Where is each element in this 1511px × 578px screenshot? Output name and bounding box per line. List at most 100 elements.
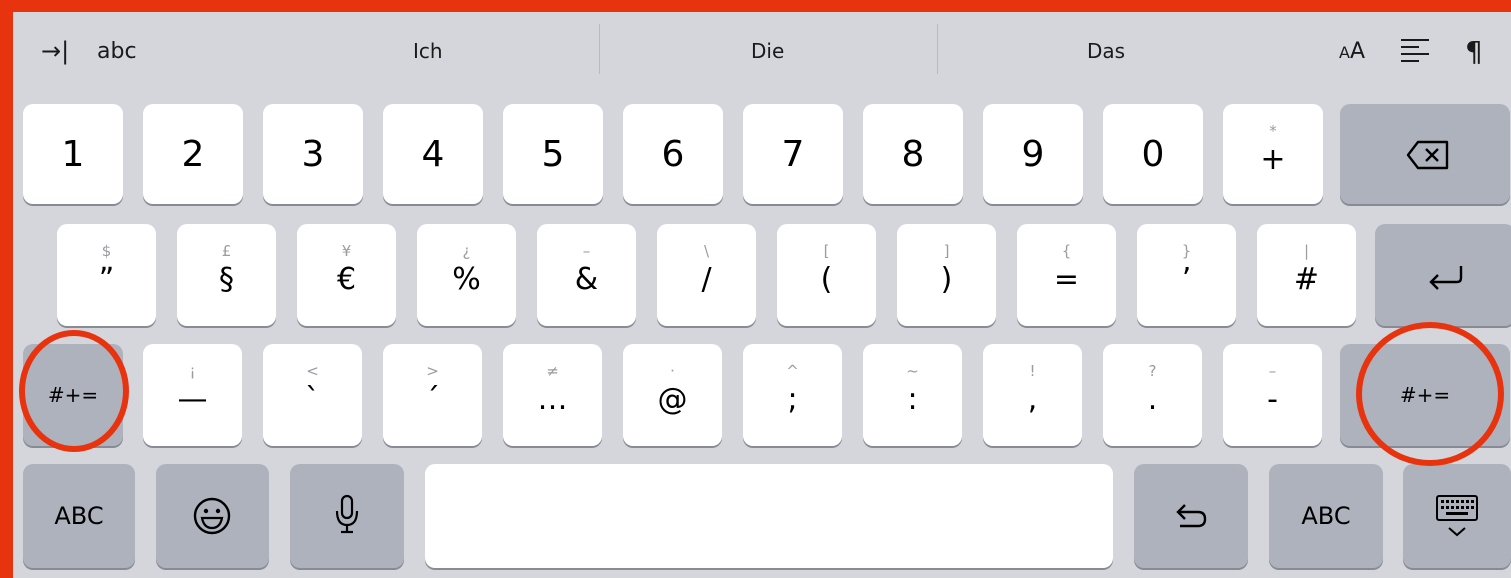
key-row1-4[interactable]: 5 bbox=[503, 104, 603, 204]
key-row1-3[interactable]: 4 bbox=[383, 104, 483, 204]
key-label: . bbox=[1147, 382, 1158, 417]
keyboard-dismiss-icon bbox=[1436, 495, 1478, 537]
undo-icon bbox=[1176, 504, 1207, 528]
abc-key-label: ABC bbox=[1301, 502, 1351, 530]
key-row1-9[interactable]: 0 bbox=[1103, 104, 1203, 204]
key-row3-1[interactable]: < ` bbox=[263, 344, 362, 446]
key-row3-7[interactable]: !, bbox=[983, 344, 1082, 446]
align-icon bbox=[1401, 39, 1429, 62]
prediction-3-text: Das bbox=[1087, 39, 1126, 63]
key-alt-label: > bbox=[426, 362, 439, 380]
key-alt-label: | bbox=[1303, 242, 1310, 260]
emoji-key[interactable] bbox=[156, 464, 269, 568]
annotation-border-left bbox=[0, 0, 13, 578]
key-label: § bbox=[219, 262, 234, 297]
paragraph-button[interactable]: ¶ bbox=[1465, 12, 1483, 90]
key-alt-label: ^ bbox=[786, 362, 799, 380]
key-row3-8[interactable]: ?. bbox=[1103, 344, 1202, 446]
key-row3-3[interactable]: ≠… bbox=[503, 344, 602, 446]
key-label: 9 bbox=[1021, 133, 1045, 175]
abc-text: abc bbox=[97, 38, 137, 64]
emoji-icon bbox=[193, 497, 231, 535]
key-row1-5[interactable]: 6 bbox=[623, 104, 723, 204]
key-row3-2[interactable]: > ´ bbox=[383, 344, 482, 446]
key-row1-10[interactable]: * + bbox=[1223, 104, 1323, 204]
key-alt-label: * bbox=[1269, 122, 1277, 140]
abc-right-key[interactable]: ABC bbox=[1269, 464, 1383, 568]
dictation-key[interactable] bbox=[290, 464, 404, 568]
key-label: 8 bbox=[901, 133, 925, 175]
key-alt-label: { bbox=[1061, 242, 1072, 260]
abc-label[interactable]: abc bbox=[97, 12, 137, 90]
key-row2-0[interactable]: $” bbox=[57, 224, 156, 326]
prediction-3[interactable]: Das bbox=[1087, 12, 1125, 90]
screenshot-frame: →| abc Ich Die Das AA ¶ 1 2 3 4 5 6 7 8 … bbox=[0, 0, 1511, 578]
key-label: 1 bbox=[61, 133, 85, 175]
abc-key-label: ABC bbox=[54, 502, 104, 530]
key-label: ) bbox=[940, 262, 953, 297]
key-label: 7 bbox=[781, 133, 805, 175]
key-row1-6[interactable]: 7 bbox=[743, 104, 843, 204]
key-label: … bbox=[537, 382, 568, 417]
tab-button[interactable]: →| bbox=[41, 12, 69, 90]
key-label: ` bbox=[305, 382, 320, 417]
key-alt-label: ? bbox=[1148, 362, 1157, 380]
space-key[interactable] bbox=[425, 464, 1113, 568]
key-row3-6[interactable]: ~: bbox=[863, 344, 962, 446]
key-row3-9[interactable]: – - bbox=[1223, 344, 1322, 446]
key-label: = bbox=[1053, 262, 1080, 297]
key-row2-6[interactable]: [( bbox=[777, 224, 876, 326]
key-row2-7[interactable]: ]) bbox=[897, 224, 996, 326]
undo-key[interactable] bbox=[1134, 464, 1248, 568]
pilcrow-icon: ¶ bbox=[1465, 34, 1483, 68]
key-alt-label: £ bbox=[221, 242, 232, 260]
key-alt-label: ! bbox=[1029, 362, 1036, 380]
key-alt-label: – bbox=[582, 242, 591, 260]
key-label: % bbox=[452, 262, 481, 297]
key-row3-5[interactable]: ^; bbox=[743, 344, 842, 446]
key-alt-label: < bbox=[306, 362, 319, 380]
mic-icon bbox=[335, 494, 359, 534]
key-row2-1[interactable]: £ § bbox=[177, 224, 276, 326]
delete-key[interactable] bbox=[1340, 104, 1510, 204]
key-label: ´ bbox=[425, 382, 440, 417]
text-size-button[interactable]: AA bbox=[1339, 12, 1365, 90]
key-row1-1[interactable]: 2 bbox=[143, 104, 243, 204]
key-row2-9[interactable]: }’ bbox=[1137, 224, 1236, 326]
key-label: & bbox=[574, 262, 599, 297]
key-label: ” bbox=[98, 262, 115, 297]
delete-icon bbox=[1406, 140, 1449, 170]
align-button[interactable] bbox=[1399, 12, 1433, 90]
prediction-1-text: Ich bbox=[413, 39, 443, 63]
prediction-2-text: Die bbox=[751, 39, 785, 63]
key-row2-5[interactable]: \ / bbox=[657, 224, 756, 326]
key-row1-8[interactable]: 9 bbox=[983, 104, 1083, 204]
abc-left-key[interactable]: ABC bbox=[23, 464, 135, 568]
key-label: 6 bbox=[661, 133, 685, 175]
key-row2-4[interactable]: – & bbox=[537, 224, 636, 326]
key-alt-label: ≠ bbox=[546, 362, 559, 380]
key-label: # bbox=[1293, 262, 1320, 297]
dismiss-keyboard-key[interactable] bbox=[1403, 464, 1511, 568]
key-alt-label: [ bbox=[823, 242, 830, 260]
key-label: ’ bbox=[1181, 262, 1192, 297]
key-alt-label: ~ bbox=[906, 362, 919, 380]
key-label: 3 bbox=[301, 133, 325, 175]
key-row1-2[interactable]: 3 bbox=[263, 104, 363, 204]
key-row2-10[interactable]: | # bbox=[1257, 224, 1356, 326]
return-key[interactable] bbox=[1375, 224, 1511, 326]
key-row3-0[interactable]: ¡ — bbox=[143, 344, 242, 446]
prediction-1[interactable]: Ich bbox=[413, 12, 443, 90]
key-row1-7[interactable]: 8 bbox=[863, 104, 963, 204]
key-label: / bbox=[701, 262, 712, 297]
key-row1-0[interactable]: 1 bbox=[23, 104, 123, 204]
prediction-2[interactable]: Die bbox=[751, 12, 784, 90]
key-label: : bbox=[907, 382, 918, 417]
key-row2-2[interactable]: ¥ € bbox=[297, 224, 396, 326]
annotation-circle-left bbox=[19, 330, 129, 452]
key-row3-4[interactable]: · @ bbox=[623, 344, 722, 446]
key-alt-label: ] bbox=[943, 242, 950, 260]
key-row2-8[interactable]: {= bbox=[1017, 224, 1116, 326]
key-label: 4 bbox=[421, 133, 445, 175]
key-row2-3[interactable]: ¿% bbox=[417, 224, 516, 326]
